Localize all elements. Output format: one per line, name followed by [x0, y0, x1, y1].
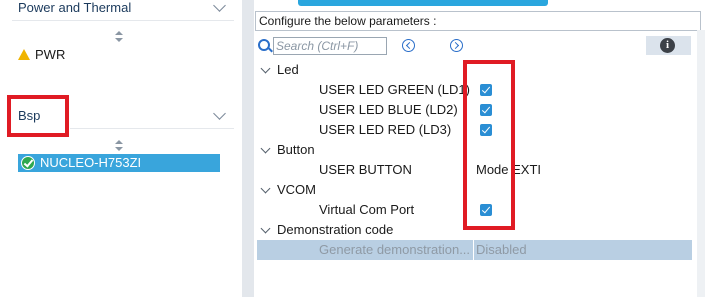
chevron-down-icon[interactable] [213, 0, 226, 12]
chevron-down-icon[interactable] [260, 63, 271, 74]
scrollbar[interactable] [697, 30, 705, 297]
board-item-nucleo[interactable]: NUCLEO-H753ZI [18, 154, 220, 172]
info-button[interactable]: i [646, 36, 691, 55]
check-circle-icon [21, 156, 35, 170]
info-icon: i [660, 38, 675, 53]
previous-match-button[interactable] [402, 39, 415, 52]
group-label: Button [277, 142, 315, 157]
pwr-item[interactable]: PWR [18, 46, 65, 64]
sort-icon[interactable] [114, 31, 124, 45]
param-label: Virtual Com Port [319, 202, 415, 217]
param-value: Disabled [476, 242, 527, 257]
param-label: USER LED RED (LD3) [319, 122, 452, 137]
search-input[interactable] [273, 37, 387, 55]
chevron-down-icon[interactable] [213, 107, 226, 120]
config-header: Configure the below parameters : [255, 11, 701, 31]
pwr-label: PWR [35, 47, 66, 62]
group-label: VCOM [277, 182, 316, 197]
next-match-button[interactable] [450, 39, 463, 52]
param-label: USER BUTTON [319, 162, 412, 177]
group-label: Led [277, 62, 299, 77]
divider [70, 128, 234, 129]
chevron-left-icon [405, 41, 414, 50]
column-divider [473, 238, 474, 260]
right-panel: Configure the below parameters : i Led U… [254, 0, 705, 297]
divider [12, 20, 234, 21]
param-label: USER LED BLUE (LD2) [319, 102, 458, 117]
panel-splitter[interactable] [242, 0, 254, 297]
chevron-right-icon [451, 41, 460, 50]
chevron-down-icon[interactable] [260, 223, 271, 234]
group-label: Demonstration code [277, 222, 394, 237]
power-thermal-section-header[interactable]: Power and Thermal [0, 0, 242, 20]
chevron-down-icon[interactable] [260, 143, 271, 154]
chevron-down-icon[interactable] [260, 183, 271, 194]
param-label: Generate demonstration... [319, 242, 471, 257]
power-thermal-title: Power and Thermal [18, 0, 132, 15]
left-panel: Power and Thermal PWR Bsp NUCLEO-H753ZI [0, 0, 242, 297]
param-label: USER LED GREEN (LD1) [319, 82, 470, 97]
highlight-box-bsp [7, 95, 69, 137]
param-row-disabled: Generate demonstration... Disabled [257, 240, 692, 260]
mode-tab[interactable] [298, 0, 548, 6]
board-label: NUCLEO-H753ZI [40, 155, 142, 170]
sort-icon[interactable] [114, 140, 124, 154]
search-icon [258, 39, 270, 51]
warning-icon [18, 49, 30, 60]
highlight-box-checkboxes [463, 60, 515, 230]
